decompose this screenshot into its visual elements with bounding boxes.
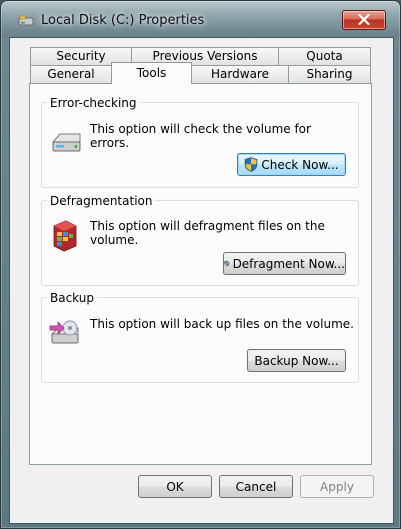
tools-panel: Error-checking This option will check th… xyxy=(29,83,372,465)
backup-description: This option will back up files on the vo… xyxy=(90,317,354,331)
backup-label: Backup xyxy=(47,291,97,305)
backup-now-button[interactable]: Backup Now... xyxy=(247,349,346,372)
defragment-now-label: Defragment Now... xyxy=(232,256,345,271)
defragmentation-description: This option will defragment files on the… xyxy=(90,219,325,247)
check-now-label: Check Now... xyxy=(261,157,339,172)
hard-drive-check-icon xyxy=(50,130,82,159)
cancel-label: Cancel xyxy=(235,479,277,494)
title-bar[interactable]: Local Disk (C:) Properties xyxy=(1,1,400,37)
defragment-icon xyxy=(51,220,79,255)
error-checking-description-line1: This option will check the volume for xyxy=(90,122,311,136)
ok-label: OK xyxy=(166,479,184,494)
close-button[interactable] xyxy=(342,10,386,30)
defragment-now-button[interactable]: Defragment Now... xyxy=(223,252,346,275)
error-checking-description-line2: errors. xyxy=(90,136,130,150)
drive-icon xyxy=(18,15,34,27)
uac-shield-icon xyxy=(245,157,258,172)
tab-general[interactable]: General xyxy=(30,65,112,83)
apply-button[interactable]: Apply xyxy=(300,475,374,498)
defragmentation-label: Defragmentation xyxy=(47,194,156,208)
window-title: Local Disk (C:) Properties xyxy=(41,13,205,28)
backup-now-label: Backup Now... xyxy=(254,353,339,368)
ok-button[interactable]: OK xyxy=(138,475,212,498)
error-checking-label: Error-checking xyxy=(47,96,140,110)
tab-hardware[interactable]: Hardware xyxy=(191,65,289,83)
cancel-button[interactable]: Cancel xyxy=(219,475,293,498)
tab-tools[interactable]: Tools xyxy=(111,62,192,84)
close-icon xyxy=(358,14,370,25)
tab-quota[interactable]: Quota xyxy=(278,47,371,65)
uac-shield-icon xyxy=(224,260,230,267)
properties-window: Local Disk (C:) Properties Security Prev… xyxy=(0,0,401,529)
tab-sharing[interactable]: Sharing xyxy=(288,65,371,83)
backup-icon xyxy=(48,318,80,351)
check-now-button[interactable]: Check Now... xyxy=(237,153,346,176)
apply-label: Apply xyxy=(320,479,354,494)
